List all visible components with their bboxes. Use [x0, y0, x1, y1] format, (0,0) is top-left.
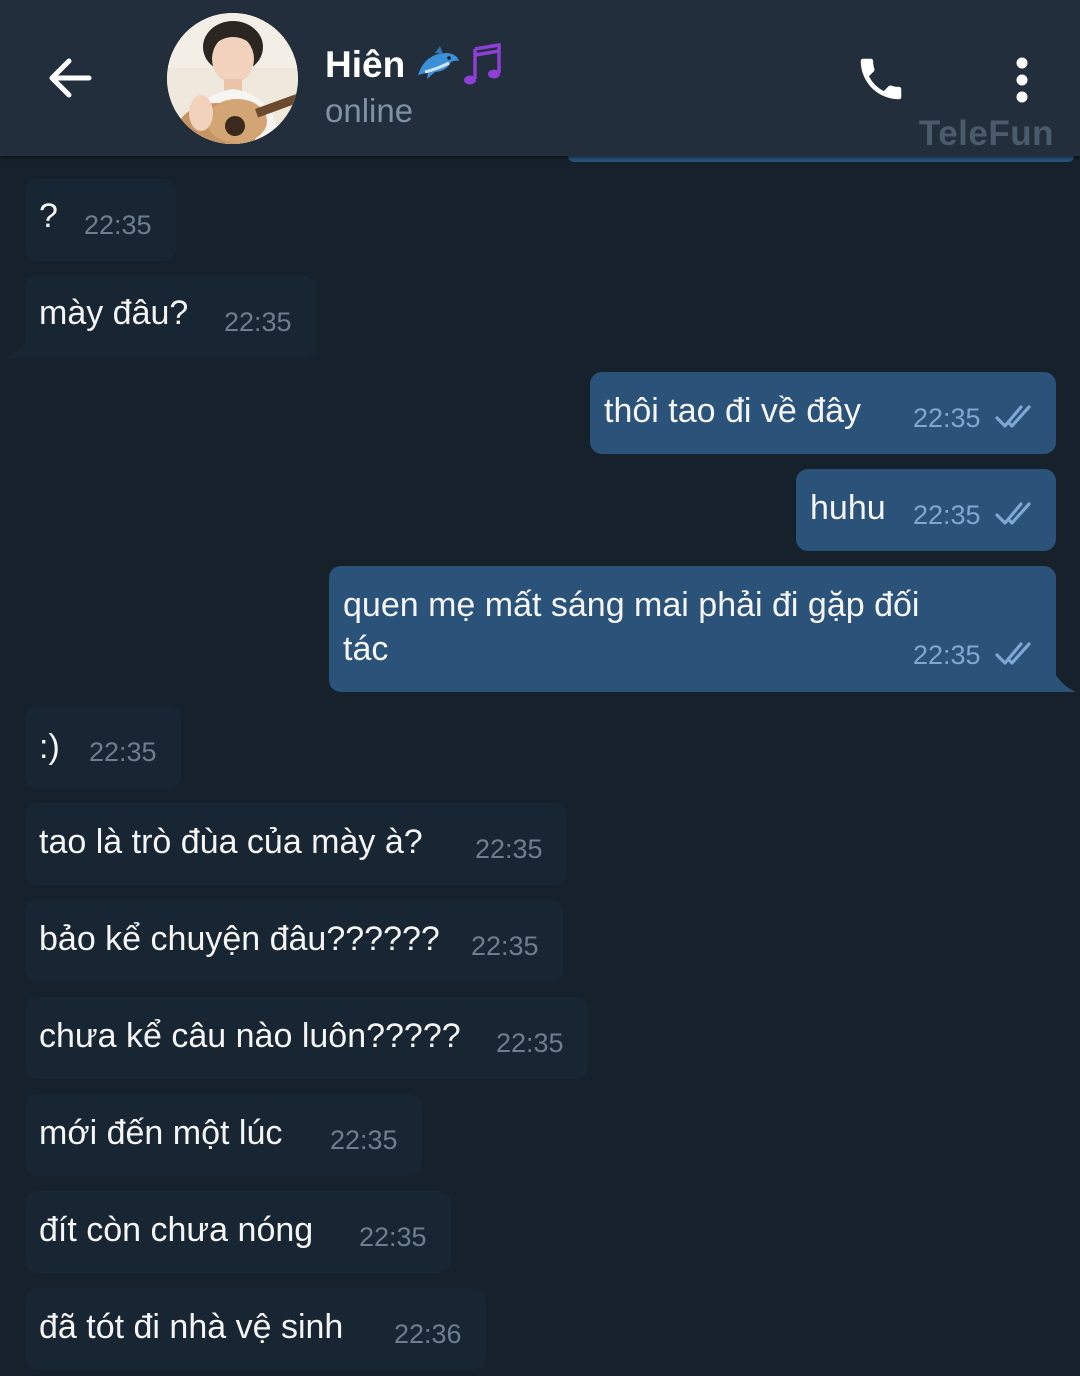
outgoing-message[interactable]: huhu 22:35	[796, 469, 1056, 551]
message-time: 22:35	[89, 737, 157, 767]
message-time: 22:36	[394, 1319, 462, 1349]
watermark: TeleFun	[918, 114, 1054, 153]
music-notes-icon	[464, 43, 501, 85]
incoming-message[interactable]: tao là trò đùa của mày à? 22:35	[25, 803, 567, 885]
back-button[interactable]	[38, 46, 102, 110]
read-ticks-icon	[995, 642, 1031, 665]
dolphin-icon	[418, 46, 460, 79]
message-text: thôi tao đi về đây	[604, 392, 862, 430]
message-text-line-2: tác	[343, 630, 389, 668]
message-time: 22:35	[224, 307, 292, 337]
outgoing-message[interactable]: thôi tao đi về đây 22:35	[590, 372, 1056, 454]
dolphin-music-emoji	[415, 43, 507, 87]
message-text: ?	[39, 197, 58, 235]
message-time: 22:35	[359, 1222, 427, 1252]
more-menu-button[interactable]	[1000, 52, 1044, 108]
incoming-message[interactable]: đã tót đi nhà vệ sinh 22:36	[25, 1288, 486, 1370]
message-text: mới đến một lúc	[39, 1114, 283, 1152]
avatar-image	[167, 13, 298, 144]
more-vertical-icon	[1016, 57, 1028, 103]
message-time: 22:35	[330, 1125, 398, 1155]
message-text: mày đâu?	[39, 294, 189, 332]
bubble-tail	[5, 338, 27, 358]
bubble-tail	[1054, 672, 1076, 692]
chat-header: Hiên online TeleFun	[0, 0, 1080, 156]
message-time: 22:35	[84, 210, 152, 240]
incoming-message[interactable]: mày đâu? 22:35	[25, 276, 316, 358]
call-button[interactable]	[850, 48, 912, 110]
incoming-message[interactable]: bảo kể chuyện đâu?????? 22:35	[25, 900, 563, 982]
message-time: 22:35	[913, 640, 981, 670]
message-text: bảo kể chuyện đâu??????	[39, 920, 440, 958]
incoming-message[interactable]: đít còn chưa nóng 22:35	[25, 1191, 451, 1273]
incoming-message[interactable]: :) 22:35	[25, 706, 181, 788]
message-text: huhu	[810, 489, 886, 527]
message-time: 22:35	[913, 500, 981, 530]
message-text: :)	[39, 728, 60, 766]
outgoing-message[interactable]: quen mẹ mất sáng mai phải đi gặp đối tác…	[329, 566, 1056, 692]
phone-icon	[860, 58, 902, 100]
contact-status: online	[325, 92, 414, 129]
message-text: chưa kể câu nào luôn?????	[39, 1017, 461, 1055]
arrow-left-icon	[49, 58, 92, 98]
contact-name[interactable]: Hiên	[325, 40, 507, 90]
message-text: đít còn chưa nóng	[39, 1211, 314, 1249]
message-text-line-1: quen mẹ mất sáng mai phải đi gặp đối	[343, 586, 920, 624]
avatar[interactable]	[167, 13, 298, 144]
read-ticks-icon	[995, 405, 1031, 428]
incoming-message[interactable]: mới đến một lúc 22:35	[25, 1094, 422, 1176]
message-text: đã tót đi nhà vệ sinh	[39, 1308, 344, 1346]
read-ticks-icon	[995, 502, 1031, 525]
message-time: 22:35	[471, 931, 539, 961]
incoming-message[interactable]: chưa kể câu nào luôn????? 22:35	[25, 997, 588, 1079]
message-time: 22:35	[496, 1028, 564, 1058]
incoming-message[interactable]: ? 22:35	[25, 179, 176, 261]
contact-name-text: Hiên	[325, 44, 406, 85]
message-time: 22:35	[475, 834, 543, 864]
message-text: tao là trò đùa của mày à?	[39, 823, 423, 861]
message-time: 22:35	[913, 403, 981, 433]
